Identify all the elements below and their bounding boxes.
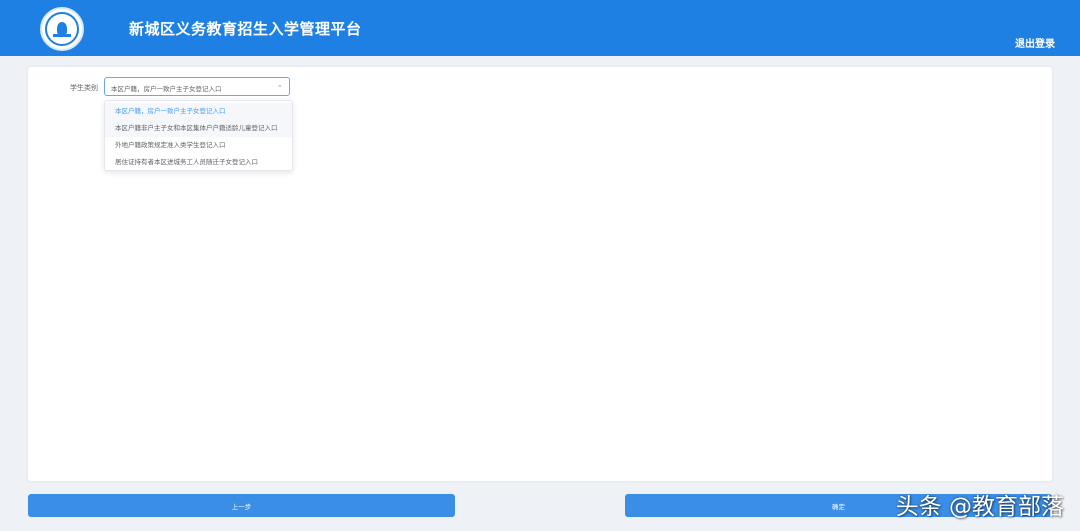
- dropdown-option-local-household[interactable]: 本区户籍，房户一致户主子女登记入口: [105, 103, 292, 120]
- student-type-dropdown: 本区户籍，房户一致户主子女登记入口 本区户籍非户主子女和本区集体户户籍适龄儿童登…: [104, 100, 293, 171]
- dropdown-option-nonlocal-policy[interactable]: 外地户籍政策规定准入类学生登记入口: [105, 137, 292, 154]
- previous-step-button[interactable]: 上一步: [28, 494, 455, 517]
- watermark-text: 头条 @教育部落: [895, 494, 1064, 520]
- app-title: 新城区义务教育招生入学管理平台: [129, 20, 362, 38]
- chevron-up-icon: ⌄: [277, 83, 283, 91]
- student-type-select[interactable]: 本区户籍，房户一致户主子女登记入口 ⌄: [104, 77, 290, 96]
- logo-emblem: [45, 12, 79, 46]
- logout-link[interactable]: 退出登录: [1015, 35, 1055, 50]
- school-emblem-icon: [40, 7, 84, 51]
- dropdown-option-residence-permit[interactable]: 居住证持有者本区进城务工人员随迁子女登记入口: [105, 154, 292, 171]
- student-type-selected-value: 本区户籍，房户一致户主子女登记入口: [111, 85, 222, 93]
- student-type-label: 学生类别: [70, 84, 98, 92]
- dropdown-option-local-non-owner[interactable]: 本区户籍非户主子女和本区集体户户籍适龄儿童登记入口: [105, 120, 292, 137]
- top-header-bar: 新城区义务教育招生入学管理平台 退出登录: [0, 0, 1080, 56]
